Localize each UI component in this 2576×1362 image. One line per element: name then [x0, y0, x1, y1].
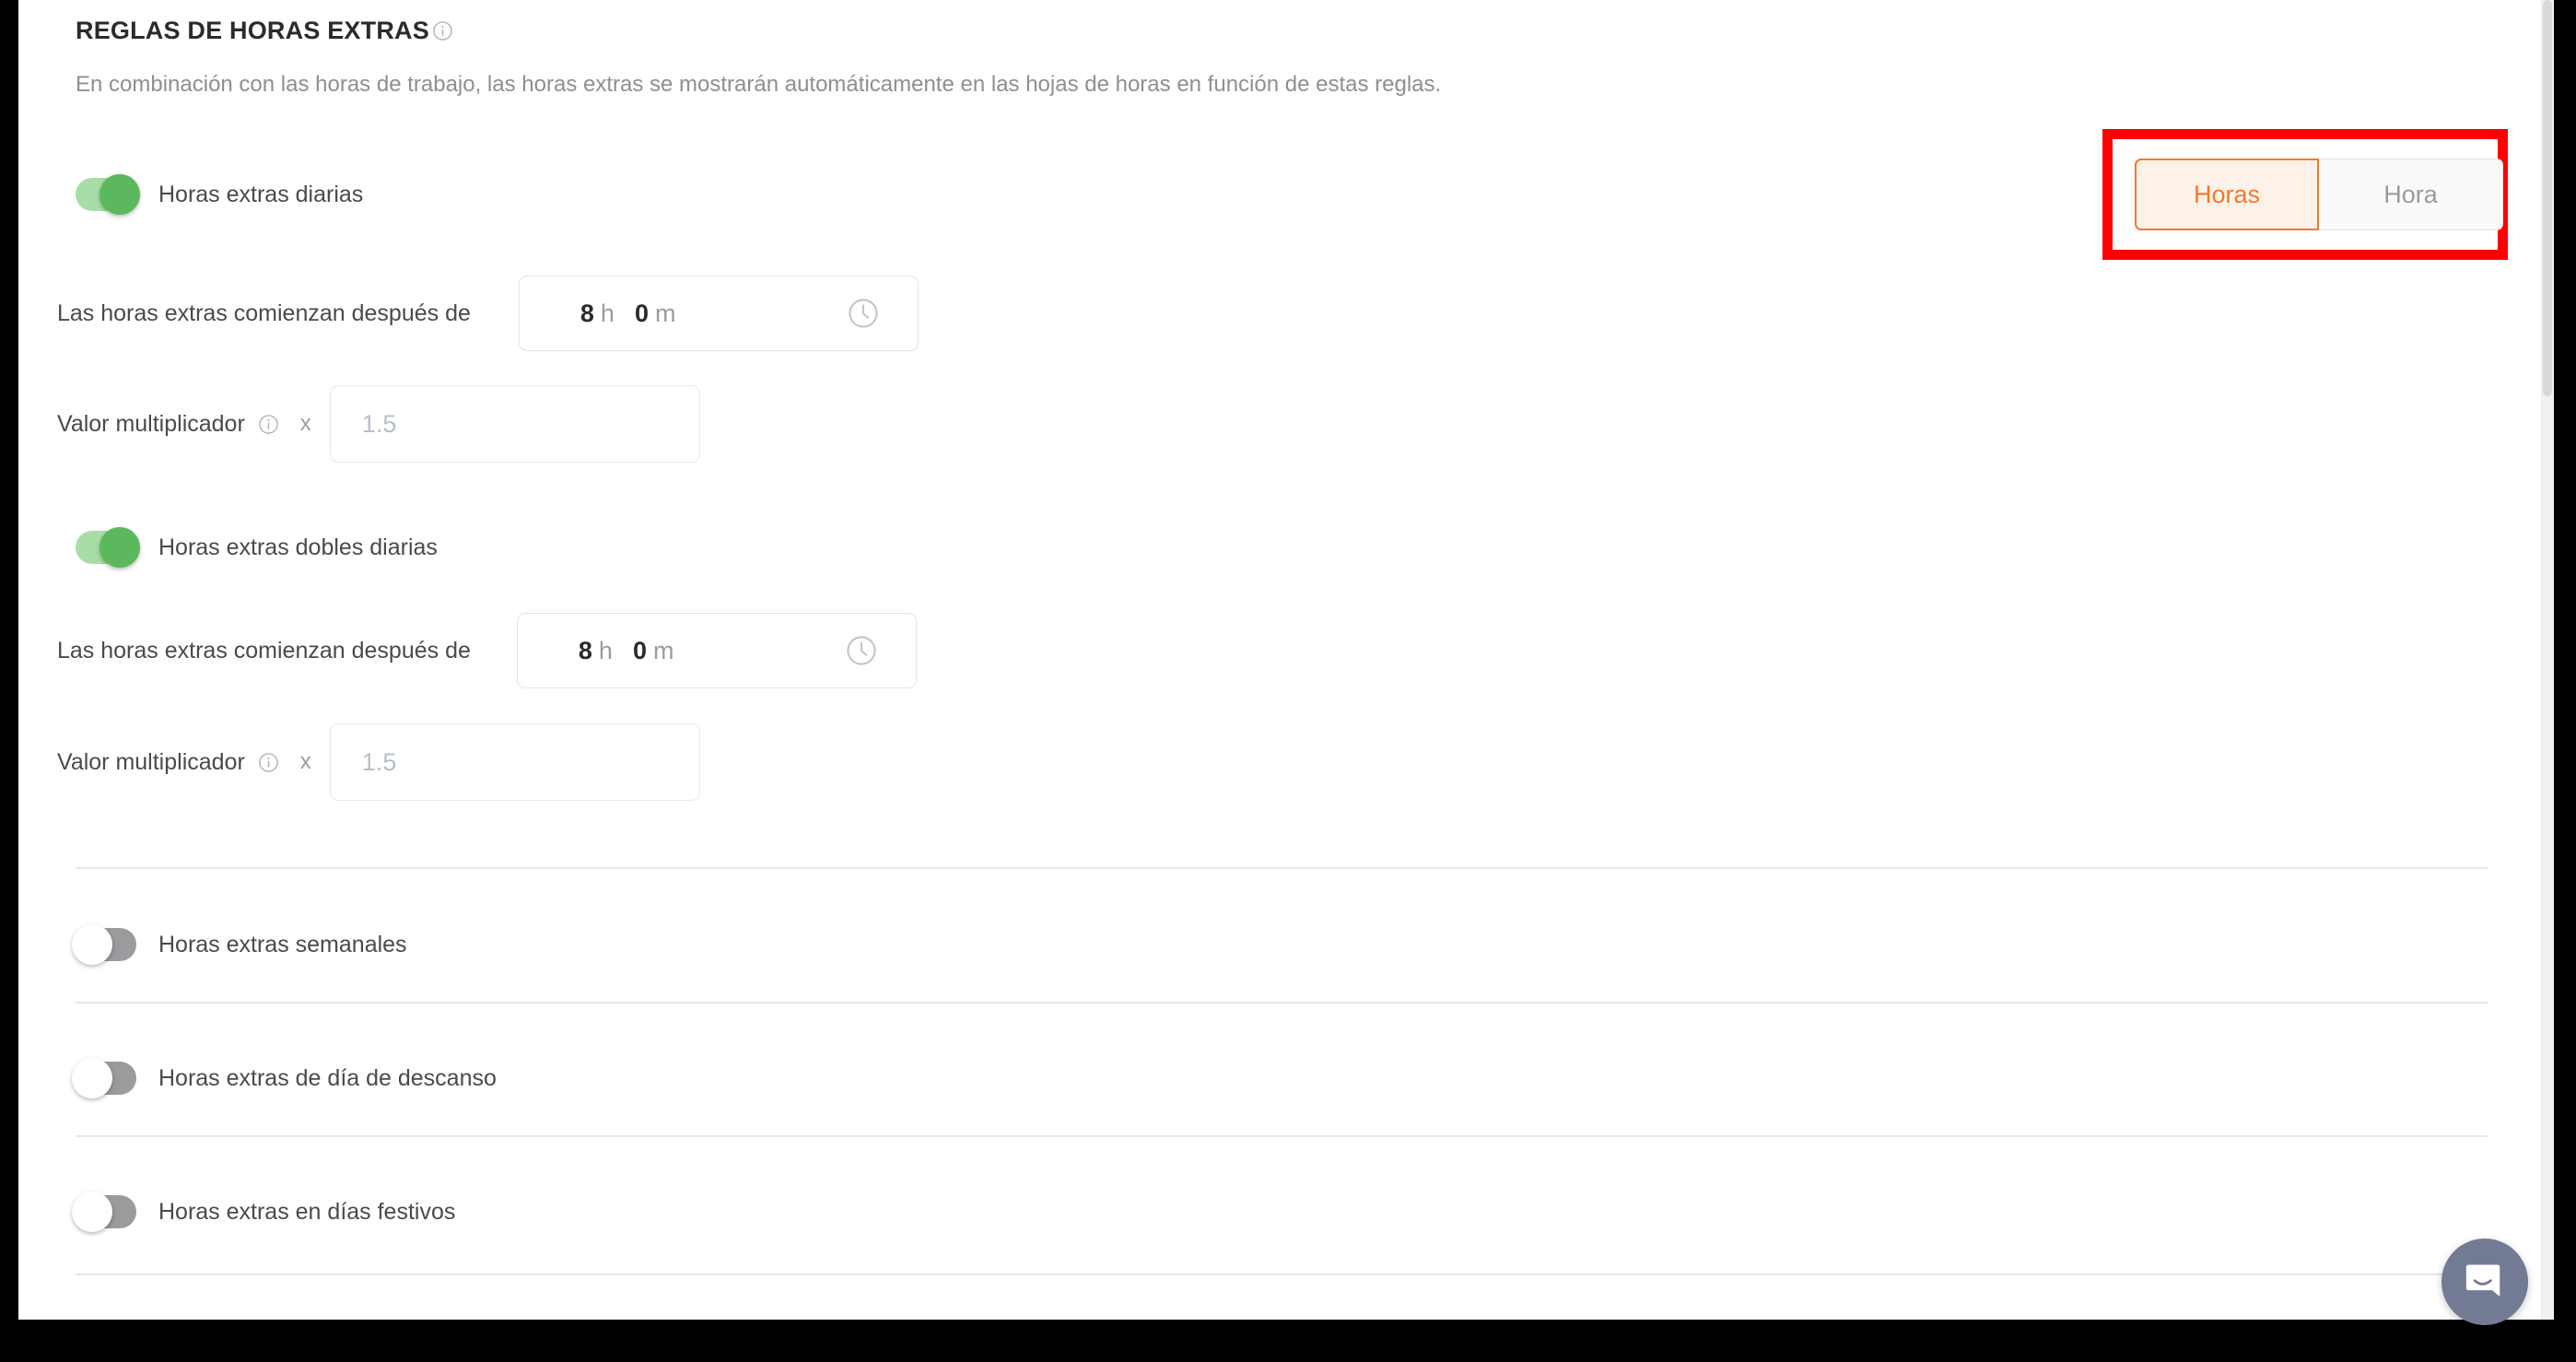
- divider: [76, 1135, 2488, 1137]
- toggle-row-rest-day-overtime: Horas extras de día de descanso: [72, 1058, 497, 1098]
- multiplier-placeholder: 1.5: [361, 409, 397, 438]
- rule-double-daily-overtime-toggle-row: Horas extras dobles diarias: [76, 527, 438, 568]
- switch-knob: [100, 174, 140, 215]
- toggle-label-horas-extras-dobles-diarias: Horas extras dobles diarias: [158, 534, 438, 560]
- rule-daily-multiplier-row: Valor multiplicador x 1.5: [57, 385, 700, 463]
- time-input-value: 8h0m: [579, 637, 695, 665]
- time-input-double-daily-start-after[interactable]: 8h0m: [516, 613, 917, 688]
- unit-toggle-group[interactable]: Horas Hora: [2135, 159, 2503, 230]
- info-icon[interactable]: [431, 19, 454, 42]
- time-hours-unit: h: [600, 299, 615, 327]
- overtime-rules-content: REGLAS DE HORAS EXTRAS En combinación co…: [57, 0, 2508, 1320]
- toggle-horas-extras-en-dias-festivos[interactable]: [72, 1192, 136, 1232]
- label-multiplier-daily: Valor multiplicador: [57, 410, 245, 437]
- unit-toggle-horas[interactable]: Horas: [2135, 159, 2319, 230]
- multiplier-input-daily[interactable]: 1.5: [329, 385, 700, 463]
- divider: [76, 1002, 2488, 1004]
- divider: [76, 867, 2488, 869]
- unit-toggle-hora[interactable]: Hora: [2319, 159, 2503, 230]
- clock-icon[interactable]: [844, 633, 879, 668]
- time-minutes-unit: m: [654, 299, 676, 327]
- multiply-sign: x: [299, 749, 311, 774]
- time-minutes-unit: m: [652, 636, 674, 664]
- clock-icon[interactable]: [846, 296, 881, 331]
- toggle-label-horas-extras-diarias: Horas extras diarias: [158, 181, 364, 207]
- divider: [76, 1274, 2488, 1275]
- toggle-horas-extras-de-dia-de-descanso[interactable]: [72, 1058, 136, 1098]
- settings-page: REGLAS DE HORAS EXTRAS En combinación co…: [18, 0, 2554, 1320]
- rule-double-daily-start-after-row: Las horas extras comienzan después de 8h…: [57, 613, 917, 688]
- toggle-label-horas-extras-en-dias-festivos: Horas extras en días festivos: [158, 1198, 456, 1225]
- switch-knob: [100, 527, 140, 568]
- time-input-daily-start-after[interactable]: 8h0m: [518, 276, 919, 351]
- multiplier-input-double-daily[interactable]: 1.5: [329, 723, 700, 801]
- switch-knob: [72, 1192, 112, 1232]
- label-multiplier-double-daily: Valor multiplicador: [57, 748, 245, 775]
- info-icon[interactable]: [257, 751, 280, 774]
- time-input-value: 8h0m: [580, 299, 697, 328]
- screenshot-viewport: REGLAS DE HORAS EXTRAS En combinación co…: [0, 0, 2576, 1362]
- chat-bubble-icon: [2461, 1258, 2509, 1306]
- toggle-horas-extras-diarias[interactable]: [76, 174, 140, 215]
- chat-launcher-button[interactable]: [2441, 1239, 2528, 1325]
- rule-daily-start-after-row: Las horas extras comienzan después de 8h…: [57, 276, 919, 351]
- toggle-label-horas-extras-semanales: Horas extras semanales: [158, 931, 407, 957]
- rule-daily-overtime-toggle-row: Horas extras diarias: [76, 174, 364, 215]
- toggle-label-horas-extras-de-dia-de-descanso: Horas extras de día de descanso: [158, 1064, 497, 1091]
- time-minutes-value: 0: [632, 636, 647, 664]
- multiplier-placeholder: 1.5: [361, 747, 397, 776]
- switch-knob: [72, 1058, 112, 1098]
- page-description: En combinación con las horas de trabajo,…: [76, 72, 1442, 97]
- toggle-row-holiday-overtime: Horas extras en días festivos: [72, 1192, 456, 1232]
- multiply-sign: x: [299, 411, 311, 436]
- page-scrollbar[interactable]: [2541, 0, 2554, 1320]
- time-minutes-value: 0: [634, 299, 649, 327]
- time-hours-unit: h: [598, 636, 613, 664]
- label-start-after-double-daily: Las horas extras comienzan después de: [57, 637, 471, 663]
- time-hours-value: 8: [578, 636, 592, 664]
- info-icon[interactable]: [257, 413, 280, 436]
- scrollbar-thumb[interactable]: [2543, 0, 2552, 396]
- page-title-row: REGLAS DE HORAS EXTRAS: [76, 17, 454, 45]
- label-start-after-daily: Las horas extras comienzan después de: [57, 299, 471, 326]
- rule-double-daily-multiplier-row: Valor multiplicador x 1.5: [57, 723, 700, 801]
- time-hours-value: 8: [580, 299, 594, 327]
- switch-knob: [72, 924, 112, 965]
- page-title: REGLAS DE HORAS EXTRAS: [76, 17, 429, 44]
- toggle-row-weekly-overtime: Horas extras semanales: [72, 924, 407, 965]
- toggle-horas-extras-dobles-diarias[interactable]: [76, 527, 140, 568]
- toggle-horas-extras-semanales[interactable]: [72, 924, 136, 965]
